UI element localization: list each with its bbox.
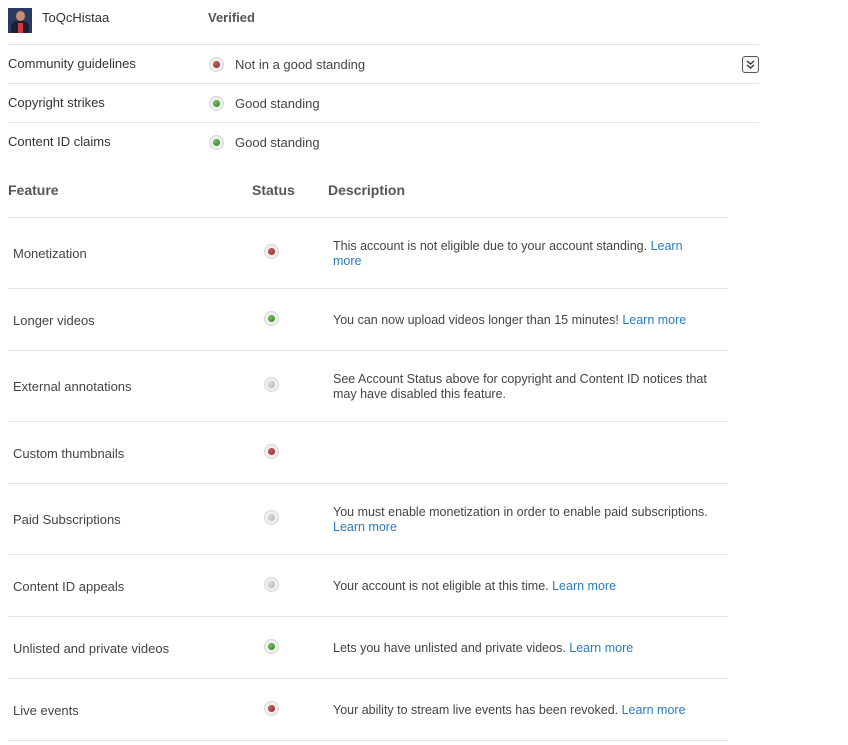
feature-row-longer-videos: Longer videos You can now upload videos … [8, 288, 728, 350]
red-status-icon [209, 57, 224, 72]
channel-name[interactable]: ToQcHistaa [42, 10, 109, 25]
feature-row-content-id-appeals: Content ID appeals Your account is not e… [8, 554, 728, 616]
status-value: Good standing [235, 96, 320, 111]
gray-status-icon [264, 577, 279, 592]
status-label: Community guidelines [8, 56, 136, 71]
red-status-icon [264, 701, 279, 716]
feature-description: See Account Status above for copyright a… [333, 372, 707, 401]
learn-more-link[interactable]: Learn more [622, 313, 686, 327]
feature-row-unlisted-and-private-videos: Unlisted and private videos Lets you hav… [8, 616, 728, 678]
feature-description: This account is not eligible due to your… [333, 239, 683, 268]
gray-status-icon [264, 377, 279, 392]
expand-icon[interactable] [742, 56, 759, 73]
green-status-icon [209, 135, 224, 150]
status-label: Content ID claims [8, 134, 111, 149]
red-status-icon [264, 444, 279, 459]
gray-status-icon [264, 510, 279, 525]
feature-description: Your ability to stream live events has b… [333, 703, 686, 717]
column-header-status: Status [252, 182, 295, 198]
status-value: Good standing [235, 135, 320, 150]
green-status-icon [209, 96, 224, 111]
feature-description: Lets you have unlisted and private video… [333, 641, 634, 655]
feature-description: Your account is not eligible at this tim… [333, 579, 617, 593]
green-status-icon [264, 311, 279, 326]
learn-more-link[interactable]: Learn more [569, 641, 633, 655]
column-header-feature: Feature [8, 182, 59, 198]
learn-more-link[interactable]: Learn more [622, 703, 686, 717]
status-row-copyright-strikes: Copyright strikes Good standing [8, 83, 759, 122]
feature-name: Longer videos [13, 313, 95, 328]
feature-name: Custom thumbnails [13, 446, 125, 461]
feature-row-custom-thumbnails: Custom thumbnails [8, 421, 728, 483]
status-row-community-guidelines: Community guidelines Not in a good stand… [8, 44, 759, 83]
red-status-icon [264, 244, 279, 259]
verified-label: Verified [208, 10, 255, 25]
feature-name: Paid Subscriptions [13, 512, 121, 527]
feature-name: Content ID appeals [13, 579, 125, 594]
column-header-description: Description [328, 182, 406, 198]
table-bottom-divider [8, 740, 728, 741]
feature-name: External annotations [13, 379, 132, 394]
status-label: Copyright strikes [8, 95, 105, 110]
feature-description: You can now upload videos longer than 15… [333, 313, 687, 327]
feature-row-paid-subscriptions: Paid Subscriptions You must enable monet… [8, 483, 728, 554]
feature-row-external-annotations: External annotations See Account Status … [8, 350, 728, 421]
feature-name: Unlisted and private videos [13, 641, 170, 656]
feature-description: You must enable monetization in order to… [333, 505, 708, 534]
green-status-icon [264, 639, 279, 654]
feature-row-monetization: Monetization This account is not eligibl… [8, 217, 728, 288]
channel-avatar[interactable] [8, 8, 32, 33]
status-row-content-id-claims: Content ID claims Good standing [8, 122, 759, 161]
learn-more-link[interactable]: Learn more [552, 579, 616, 593]
learn-more-link[interactable]: Learn more [333, 520, 397, 534]
feature-name: Live events [13, 703, 79, 718]
feature-row-live-events: Live events Your ability to stream live … [8, 678, 728, 740]
status-value: Not in a good standing [235, 57, 366, 72]
feature-name: Monetization [13, 246, 87, 261]
